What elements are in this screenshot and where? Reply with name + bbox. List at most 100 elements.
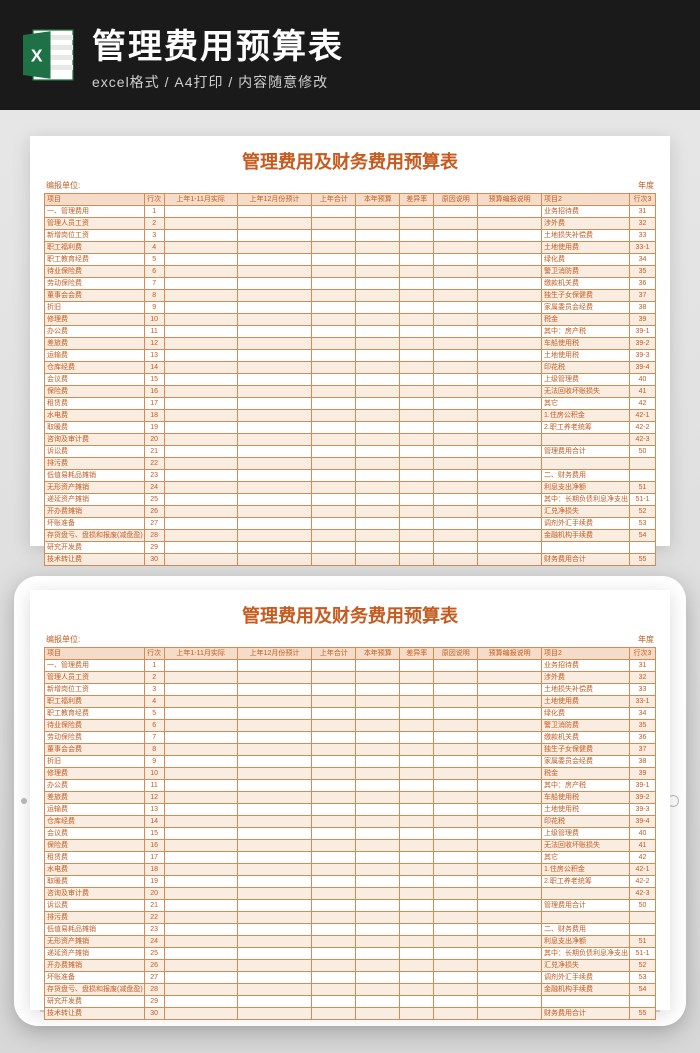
cell — [312, 290, 356, 302]
cell: 劳动保险费 — [45, 278, 145, 290]
cell — [434, 900, 478, 912]
cell — [237, 398, 312, 410]
cell: 41 — [630, 386, 656, 398]
cell — [478, 434, 542, 446]
cell: 租赁费 — [45, 852, 145, 864]
cell — [478, 996, 542, 1008]
cell — [478, 840, 542, 852]
cell — [356, 290, 400, 302]
cell: 22 — [144, 912, 164, 924]
cell — [164, 218, 237, 230]
cell: 42-2 — [630, 422, 656, 434]
cell: 财务费用合计 — [542, 1008, 630, 1020]
cell — [434, 912, 478, 924]
cell — [478, 530, 542, 542]
cell: 39-2 — [630, 338, 656, 350]
table-row: 存货盘亏、盘损和报废(减盘盈)28金融机构手续费54 — [45, 984, 656, 996]
cell: 递延资产摊销 — [45, 494, 145, 506]
cell — [434, 434, 478, 446]
cell — [434, 254, 478, 266]
cell — [478, 984, 542, 996]
cell — [400, 326, 434, 338]
cell: 40 — [630, 828, 656, 840]
cell — [312, 398, 356, 410]
cell: 36 — [630, 732, 656, 744]
cell: 29 — [144, 996, 164, 1008]
cell — [400, 290, 434, 302]
cell — [237, 996, 312, 1008]
cell — [312, 972, 356, 984]
cell: 职工教育经费 — [45, 708, 145, 720]
cell — [356, 684, 400, 696]
cell — [312, 696, 356, 708]
table-row: 排污费22 — [45, 458, 656, 470]
cell — [312, 410, 356, 422]
cell — [312, 912, 356, 924]
cell: 4 — [144, 242, 164, 254]
budget-table: 项目行次上年1-11月实际上年12月份预计上年合计本年预算差异率原因说明预算编报… — [44, 193, 656, 566]
cell: 42-1 — [630, 410, 656, 422]
cell — [312, 206, 356, 218]
cell — [400, 458, 434, 470]
cell — [542, 912, 630, 924]
cell — [400, 912, 434, 924]
cell — [237, 326, 312, 338]
table-row: 新增岗位工资3土地损失补偿费33 — [45, 684, 656, 696]
cell: 差旅费 — [45, 338, 145, 350]
cell — [312, 362, 356, 374]
cell — [312, 218, 356, 230]
cell — [356, 792, 400, 804]
cell: 7 — [144, 278, 164, 290]
cell: 水电费 — [45, 864, 145, 876]
cell — [400, 362, 434, 374]
table-row: 会议费15上级管理费40 — [45, 374, 656, 386]
cell — [312, 494, 356, 506]
cell: 55 — [630, 1008, 656, 1020]
cell: 39 — [630, 768, 656, 780]
cell: 职工福利费 — [45, 696, 145, 708]
cell — [312, 386, 356, 398]
cell: 职工教育经费 — [45, 254, 145, 266]
cell: 汇兑净损失 — [542, 506, 630, 518]
cell: 管理人员工资 — [45, 672, 145, 684]
cell — [434, 828, 478, 840]
cell: 诉讼费 — [45, 446, 145, 458]
cell — [400, 218, 434, 230]
cell — [434, 338, 478, 350]
cell — [237, 828, 312, 840]
cell — [478, 948, 542, 960]
cell: 33 — [630, 684, 656, 696]
cell — [400, 1008, 434, 1020]
cell: 业务招待费 — [542, 660, 630, 672]
cell: 53 — [630, 518, 656, 530]
cell — [400, 266, 434, 278]
cell — [434, 410, 478, 422]
cell — [356, 804, 400, 816]
cell — [312, 708, 356, 720]
cell — [478, 518, 542, 530]
cell — [400, 374, 434, 386]
cell — [400, 864, 434, 876]
cell — [478, 482, 542, 494]
cell — [312, 458, 356, 470]
cell: 38 — [630, 302, 656, 314]
cell: 待业保险费 — [45, 720, 145, 732]
cell — [164, 362, 237, 374]
cell — [542, 996, 630, 1008]
cell — [400, 972, 434, 984]
cell — [237, 744, 312, 756]
cell — [164, 386, 237, 398]
table-row: 诉讼费21管理费用合计50 — [45, 900, 656, 912]
cell — [356, 350, 400, 362]
cell — [478, 912, 542, 924]
cell — [356, 864, 400, 876]
cell — [237, 792, 312, 804]
cell — [434, 960, 478, 972]
table-row: 租赁费17其它42 — [45, 398, 656, 410]
cell: 12 — [144, 338, 164, 350]
cell — [434, 972, 478, 984]
cell — [434, 278, 478, 290]
cell — [356, 888, 400, 900]
table-row: 研究开发费29 — [45, 996, 656, 1008]
cell — [478, 254, 542, 266]
